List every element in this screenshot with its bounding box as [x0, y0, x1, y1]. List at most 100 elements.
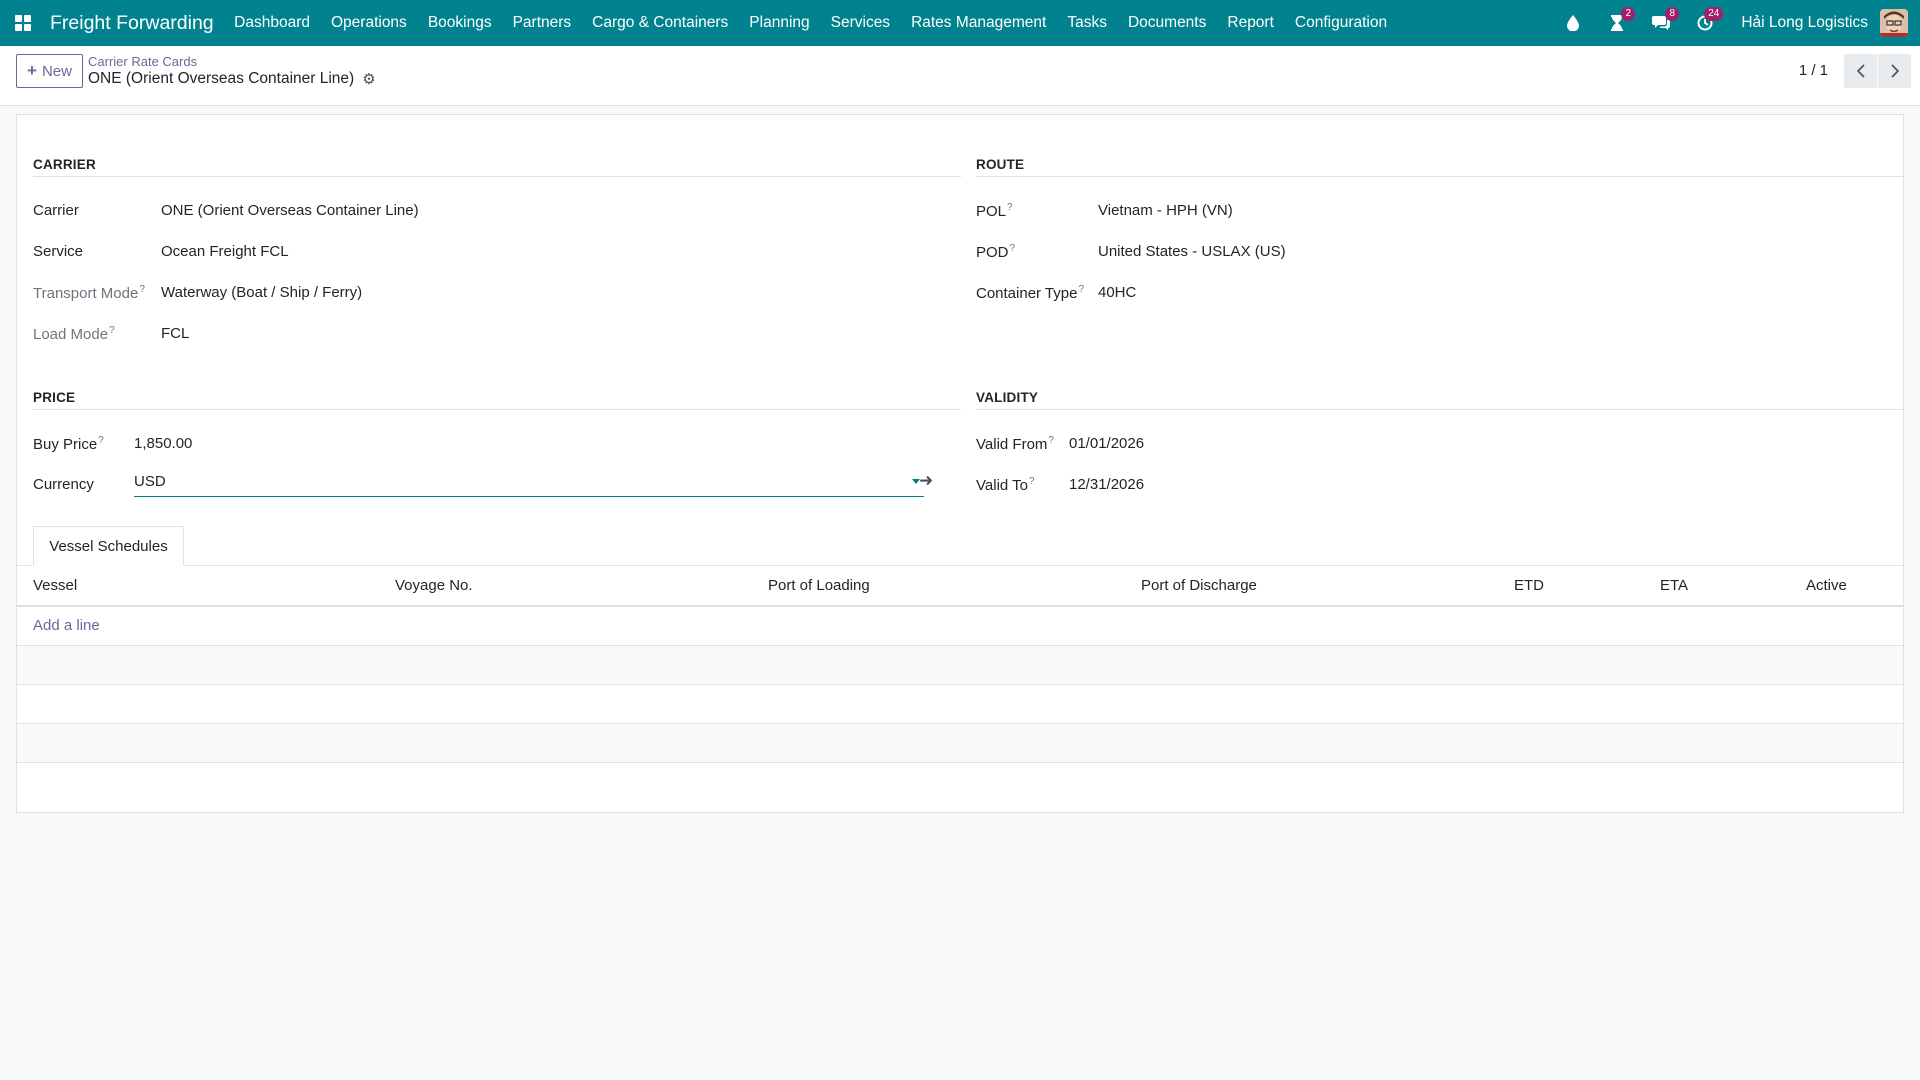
app-brand[interactable]: Freight Forwarding [46, 12, 224, 35]
table-header-divider [17, 605, 1903, 607]
column-eta[interactable]: ETA [1660, 577, 1688, 594]
gear-icon[interactable]: ⚙ [362, 70, 375, 88]
route-section-title: ROUTE [976, 157, 1025, 172]
load-mode-label: Load Mode? [33, 325, 115, 343]
help-icon[interactable]: ? [98, 435, 104, 446]
load-mode-value[interactable]: FCL [161, 325, 189, 342]
messages-icon[interactable]: 8 [1639, 0, 1683, 46]
menu-planning[interactable]: Planning [739, 0, 820, 46]
row-divider [17, 684, 1903, 685]
form-sheet: CARRIER Carrier ONE (Orient Overseas Con… [16, 114, 1904, 813]
validity-divider [976, 409, 1904, 410]
column-port-of-loading[interactable]: Port of Loading [768, 577, 870, 594]
transport-mode-value[interactable]: Waterway (Boat / Ship / Ferry) [161, 284, 362, 301]
drop-icon[interactable] [1551, 0, 1595, 46]
column-active[interactable]: Active [1806, 577, 1847, 594]
transport-mode-label: Transport Mode? [33, 284, 145, 302]
row-divider [17, 762, 1903, 763]
route-divider [976, 176, 1904, 177]
new-button[interactable]: + New [16, 54, 83, 88]
currency-select[interactable]: USD [134, 471, 924, 497]
pod-label: POD? [976, 243, 1015, 261]
menu-partners[interactable]: Partners [502, 0, 582, 46]
menu-operations[interactable]: Operations [320, 0, 417, 46]
container-type-label: Container Type? [976, 284, 1084, 302]
container-type-value[interactable]: 40HC [1098, 284, 1136, 301]
apps-menu-icon[interactable] [0, 0, 46, 46]
menu-services[interactable]: Services [820, 0, 900, 46]
main-menu: Dashboard Operations Bookings Partners C… [224, 0, 1398, 46]
pod-value[interactable]: United States - USLAX (US) [1098, 243, 1286, 260]
control-panel: + New Carrier Rate Cards ONE (Orient Ove… [0, 46, 1920, 106]
add-line-link[interactable]: Add a line [33, 617, 100, 634]
activity-hourglass-icon[interactable]: 2 [1595, 0, 1639, 46]
clock-icon[interactable]: 24 [1683, 0, 1727, 46]
service-label: Service [33, 243, 84, 260]
pager-value[interactable]: 1 / 1 [1799, 62, 1828, 79]
help-icon[interactable]: ? [1078, 284, 1084, 295]
carrier-section-title: CARRIER [33, 157, 96, 172]
pol-value[interactable]: Vietnam - HPH (VN) [1098, 202, 1233, 219]
pol-label: POL? [976, 202, 1013, 220]
column-voyage-no[interactable]: Voyage No. [395, 577, 473, 594]
pager-next-button[interactable] [1878, 54, 1911, 88]
user-avatar[interactable] [1880, 9, 1908, 37]
activity-badge: 2 [1621, 7, 1636, 21]
chevron-left-icon [1856, 64, 1865, 78]
carrier-divider [33, 176, 961, 177]
help-icon[interactable]: ? [139, 284, 145, 295]
menu-tasks[interactable]: Tasks [1057, 0, 1118, 46]
company-switcher[interactable]: Hải Long Logistics [1727, 14, 1880, 32]
buy-price-value[interactable]: 1,850.00 [134, 435, 192, 452]
buy-price-label-text: Buy Price [33, 436, 98, 453]
transport-mode-label-text: Transport Mode [33, 285, 139, 302]
menu-bookings[interactable]: Bookings [417, 0, 502, 46]
help-icon[interactable]: ? [1010, 243, 1016, 254]
valid-from-label: Valid From? [976, 435, 1054, 453]
messages-badge: 8 [1665, 7, 1680, 21]
valid-from-value[interactable]: 01/01/2026 [1069, 435, 1144, 452]
breadcrumb-parent[interactable]: Carrier Rate Cards [88, 54, 197, 69]
validity-section-title: VALIDITY [976, 390, 1039, 405]
valid-to-value[interactable]: 12/31/2026 [1069, 476, 1144, 493]
container-type-label-text: Container Type [976, 285, 1078, 302]
chevron-right-icon [1890, 64, 1899, 78]
help-icon[interactable]: ? [1007, 202, 1013, 213]
empty-row [17, 724, 1903, 762]
plus-icon: + [27, 61, 37, 80]
help-icon[interactable]: ? [109, 325, 115, 336]
help-icon[interactable]: ? [1029, 476, 1035, 487]
service-value[interactable]: Ocean Freight FCL [161, 243, 289, 260]
currency-label: Currency [33, 476, 94, 493]
load-mode-label-text: Load Mode [33, 326, 109, 343]
buy-price-label: Buy Price? [33, 435, 104, 453]
menu-configuration[interactable]: Configuration [1284, 0, 1397, 46]
carrier-label: Carrier [33, 202, 79, 219]
column-port-of-discharge[interactable]: Port of Discharge [1141, 577, 1257, 594]
price-section-title: PRICE [33, 390, 76, 405]
tab-vessel-schedules[interactable]: Vessel Schedules [33, 526, 184, 566]
valid-from-label-text: Valid From [976, 436, 1048, 453]
menu-documents[interactable]: Documents [1117, 0, 1216, 46]
column-etd[interactable]: ETD [1514, 577, 1544, 594]
tab-divider [17, 565, 1903, 566]
pod-label-text: POD [976, 244, 1009, 261]
menu-dashboard[interactable]: Dashboard [224, 0, 321, 46]
price-divider [33, 409, 961, 410]
menu-cargo-containers[interactable]: Cargo & Containers [582, 0, 739, 46]
valid-to-label-text: Valid To [976, 477, 1028, 494]
arrow-right-icon[interactable]: ➜ [919, 471, 933, 491]
pager-previous-button[interactable] [1844, 54, 1877, 88]
new-button-label: New [41, 62, 72, 80]
help-icon[interactable]: ? [1048, 435, 1054, 446]
navbar-systray: 2 8 24 Hải Long Logistics [1551, 0, 1920, 46]
breadcrumb-current: ONE (Orient Overseas Container Line) ⚙ [88, 70, 376, 88]
column-vessel[interactable]: Vessel [33, 577, 77, 594]
menu-rates-management[interactable]: Rates Management [901, 0, 1057, 46]
menu-report[interactable]: Report [1217, 0, 1285, 46]
pol-label-text: POL [976, 203, 1007, 220]
currency-value: USD [134, 473, 166, 490]
top-navbar: Freight Forwarding Dashboard Operations … [0, 0, 1920, 46]
carrier-value[interactable]: ONE (Orient Overseas Container Line) [161, 202, 419, 219]
clock-badge: 24 [1704, 7, 1724, 21]
